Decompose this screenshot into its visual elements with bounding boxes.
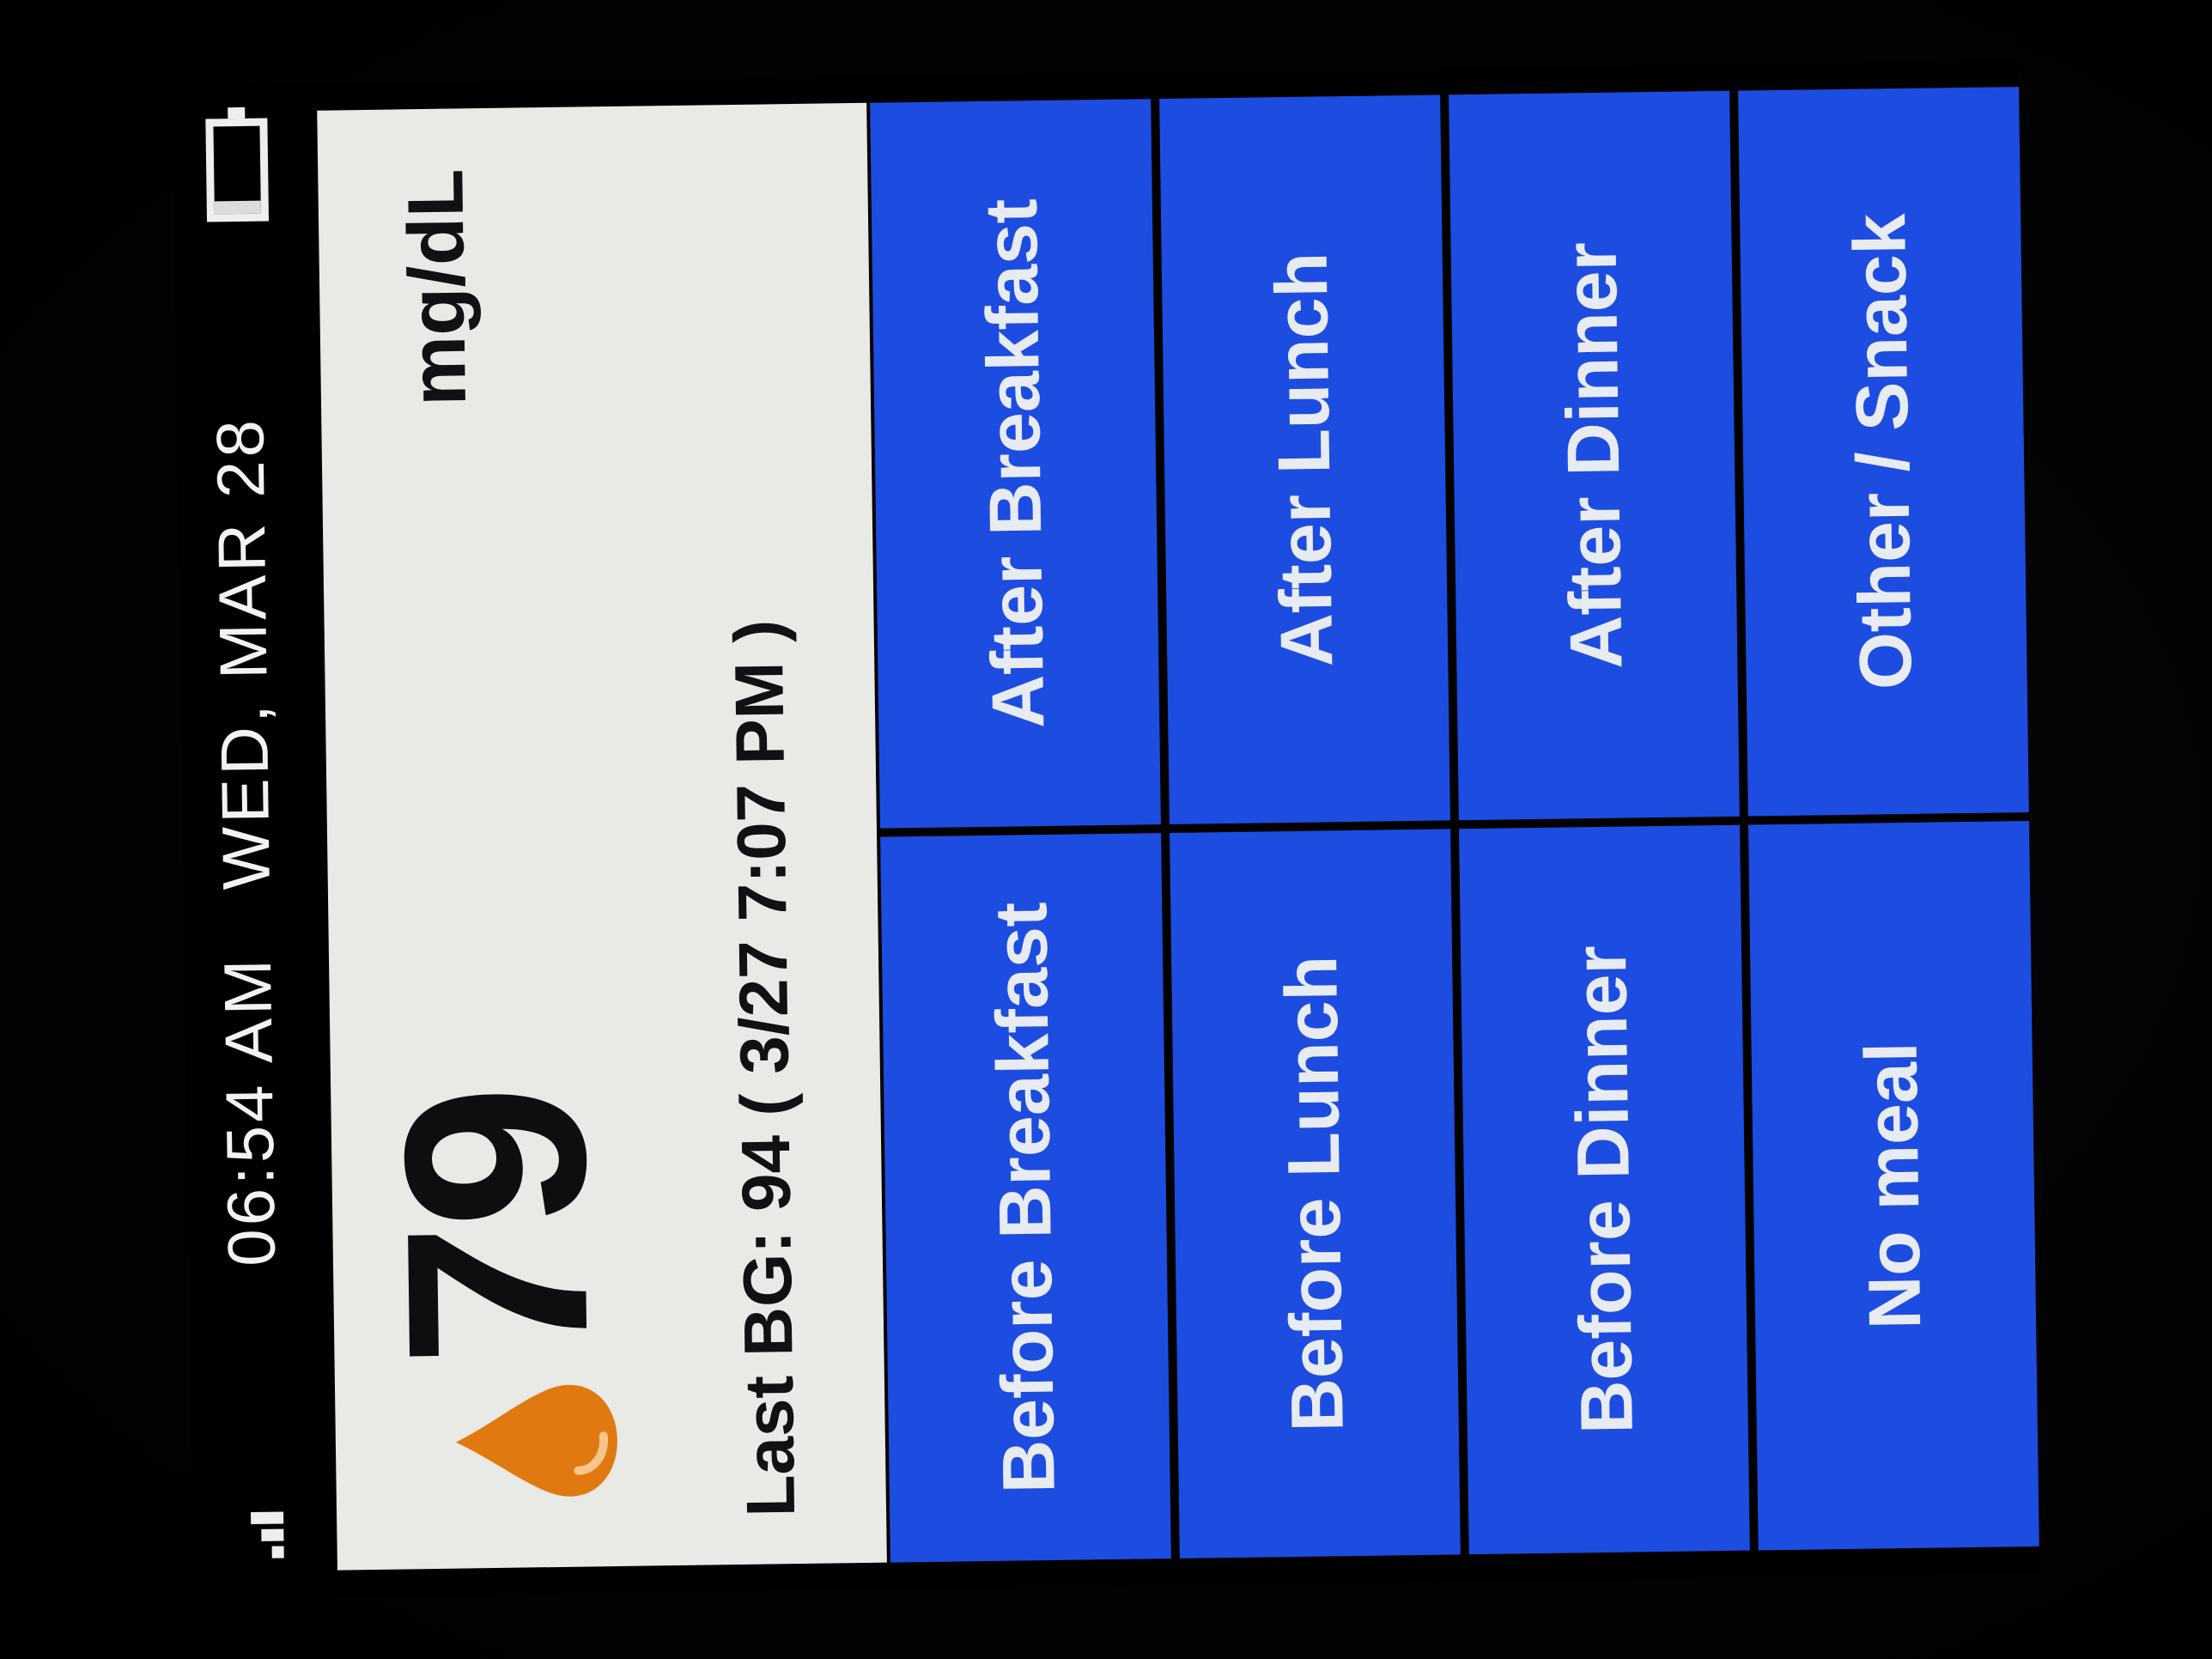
photo-background: 06:54 AM WED, MAR 28 79 mg/dL Last BG: 9…: [0, 0, 2212, 1659]
button-label: Before Lunch: [1270, 955, 1359, 1432]
reading-panel: 79 mg/dL Last BG: 94 ( 3/27 7:07 PM ): [317, 102, 887, 1571]
after-dinner-button[interactable]: After Dinner: [1449, 90, 1740, 821]
before-dinner-button[interactable]: Before Dinner: [1459, 824, 1750, 1555]
device-screen: 06:54 AM WED, MAR 28 79 mg/dL Last BG: 9…: [172, 61, 2040, 1598]
button-label: After Breakfast: [969, 198, 1060, 729]
status-datetime: 06:54 AM WED, MAR 28: [197, 85, 296, 1597]
meal-tag-grid: Before Breakfast After Breakfast Before …: [870, 87, 2039, 1563]
battery-icon: [205, 118, 270, 222]
battery-level: [214, 200, 261, 215]
before-lunch-button[interactable]: Before Lunch: [1170, 829, 1461, 1559]
after-lunch-button[interactable]: After Lunch: [1159, 94, 1450, 824]
button-label: After Dinner: [1549, 241, 1638, 670]
other-snack-button[interactable]: Other / Snack: [1738, 87, 2029, 817]
button-label: Before Dinner: [1559, 945, 1649, 1435]
status-bar: 06:54 AM WED, MAR 28: [173, 85, 323, 1598]
button-label: No meal: [1850, 1041, 1937, 1330]
button-label: Other / Snack: [1838, 212, 1928, 690]
no-meal-button[interactable]: No meal: [1747, 820, 2039, 1551]
glucose-reading: 79: [349, 1087, 642, 1369]
before-breakfast-button[interactable]: Before Breakfast: [880, 833, 1171, 1563]
blood-drop-icon: [455, 1384, 617, 1497]
status-date: WED, MAR 28: [202, 416, 284, 890]
glucose-unit: mg/dL: [392, 168, 483, 407]
after-breakfast-button[interactable]: After Breakfast: [870, 99, 1161, 829]
button-label: After Lunch: [1260, 252, 1349, 668]
button-label: Before Breakfast: [980, 902, 1071, 1494]
status-time: 06:54 AM: [209, 955, 290, 1267]
last-bg-reading: Last BG: 94 ( 3/27 7:07 PM ): [720, 619, 810, 1518]
